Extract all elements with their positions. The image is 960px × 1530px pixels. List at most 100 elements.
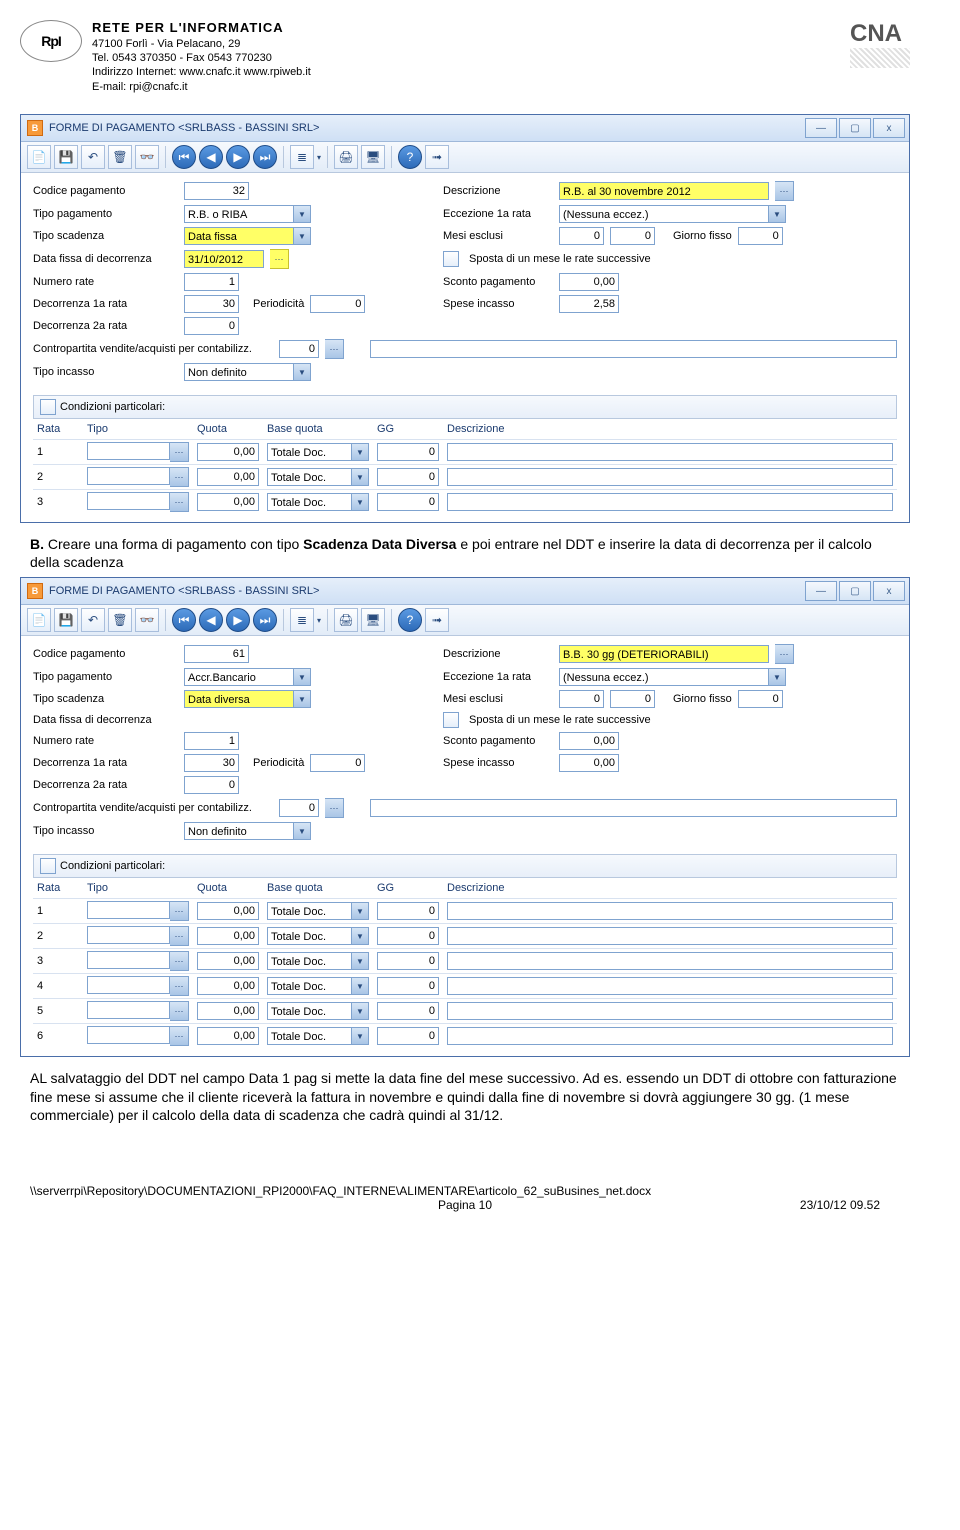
tipo-cell[interactable] — [87, 951, 170, 969]
screen-icon[interactable]: 🖥 — [361, 145, 385, 169]
tipo-cell[interactable] — [87, 492, 170, 510]
chevron-down-icon[interactable]: ▼ — [294, 363, 311, 381]
list-icon[interactable]: ≣ — [290, 608, 314, 632]
mesi-esc1-input[interactable] — [559, 690, 604, 708]
dec1-input[interactable] — [184, 295, 239, 313]
chevron-down-icon[interactable]: ▼ — [294, 668, 311, 686]
chevron-down-icon[interactable]: ▼ — [352, 468, 369, 486]
print-icon[interactable]: 🖨 — [334, 145, 358, 169]
lookup-icon[interactable]: ⋯ — [325, 339, 344, 359]
tipo-cell[interactable] — [87, 901, 170, 919]
tipo-cell[interactable] — [87, 467, 170, 485]
desc-cell[interactable] — [447, 1027, 893, 1045]
sposta-checkbox[interactable] — [443, 251, 459, 267]
sconto-input[interactable] — [559, 273, 619, 291]
chevron-down-icon[interactable]: ▼ — [352, 1027, 369, 1045]
desc-cell[interactable] — [447, 1002, 893, 1020]
chevron-down-icon[interactable]: ▼ — [769, 668, 786, 686]
chevron-down-icon[interactable]: ▼ — [352, 493, 369, 511]
tipo-cell[interactable] — [87, 1001, 170, 1019]
tipo-cell[interactable] — [87, 926, 170, 944]
desc-cell[interactable] — [447, 443, 893, 461]
quota-cell[interactable] — [197, 468, 259, 486]
eccezione-combo[interactable]: (Nessuna eccez.) — [559, 668, 769, 686]
tipo-incasso-combo[interactable]: Non definito — [184, 363, 294, 381]
maximize-button[interactable]: ▢ — [839, 118, 871, 138]
print-icon[interactable]: 🖨 — [334, 608, 358, 632]
periodicita-input[interactable] — [310, 754, 365, 772]
prev-icon[interactable]: ◀ — [199, 145, 223, 169]
lookup-icon[interactable]: ⋯ — [170, 926, 189, 946]
mesi-esc2-input[interactable] — [610, 690, 655, 708]
quota-cell[interactable] — [197, 1002, 259, 1020]
gg-cell[interactable] — [377, 443, 439, 461]
delete-icon[interactable]: 🗑 — [108, 608, 132, 632]
minimize-button[interactable]: — — [805, 118, 837, 138]
dec2-input[interactable] — [184, 776, 239, 794]
tipo-pagamento-combo[interactable]: R.B. o RIBA — [184, 205, 294, 223]
dec1-input[interactable] — [184, 754, 239, 772]
tipo-scadenza-combo[interactable]: Data fissa — [184, 227, 294, 245]
desc-cell[interactable] — [447, 468, 893, 486]
calendar-icon[interactable]: ⋯ — [270, 249, 289, 269]
undo-icon[interactable]: ↶ — [81, 608, 105, 632]
eccezione-combo[interactable]: (Nessuna eccez.) — [559, 205, 769, 223]
tipo-incasso-combo[interactable]: Non definito — [184, 822, 294, 840]
cond-checkbox[interactable] — [40, 399, 56, 415]
lookup-icon[interactable]: ⋯ — [325, 798, 344, 818]
condizioni-particolari-header[interactable]: Condizioni particolari: — [33, 395, 897, 419]
gg-cell[interactable] — [377, 1002, 439, 1020]
quota-cell[interactable] — [197, 977, 259, 995]
giorno-fisso-input[interactable] — [738, 690, 783, 708]
maximize-button[interactable]: ▢ — [839, 581, 871, 601]
chevron-down-icon[interactable]: ▼ — [352, 443, 369, 461]
desc-cell[interactable] — [447, 902, 893, 920]
quota-cell[interactable] — [197, 1027, 259, 1045]
close-button[interactable]: x — [873, 581, 905, 601]
desc-cell[interactable] — [447, 493, 893, 511]
desc-cell[interactable] — [447, 927, 893, 945]
descrizione-input[interactable]: R.B. al 30 novembre 2012 — [559, 182, 769, 200]
chevron-down-icon[interactable]: ▼ — [352, 902, 369, 920]
close-button[interactable]: x — [873, 118, 905, 138]
exit-icon[interactable]: ➟ — [425, 608, 449, 632]
prev-icon[interactable]: ◀ — [199, 608, 223, 632]
lookup-icon[interactable]: ⋯ — [170, 492, 189, 512]
screen-icon[interactable]: 🖥 — [361, 608, 385, 632]
tipo-cell[interactable] — [87, 976, 170, 994]
list-icon[interactable]: ≣ — [290, 145, 314, 169]
gg-cell[interactable] — [377, 493, 439, 511]
mesi-esc2-input[interactable] — [610, 227, 655, 245]
tipo-cell[interactable] — [87, 1026, 170, 1044]
minimize-button[interactable]: — — [805, 581, 837, 601]
last-icon[interactable]: ⏭ — [253, 608, 277, 632]
contropartita-input[interactable] — [279, 340, 319, 358]
sconto-input[interactable] — [559, 732, 619, 750]
chevron-down-icon[interactable]: ▼ — [294, 205, 311, 223]
lookup-icon[interactable]: ⋯ — [775, 644, 794, 664]
chevron-down-icon[interactable]: ▼ — [352, 927, 369, 945]
gg-cell[interactable] — [377, 927, 439, 945]
contropartita-desc-input[interactable] — [370, 340, 897, 358]
gg-cell[interactable] — [377, 1027, 439, 1045]
giorno-fisso-input[interactable] — [738, 227, 783, 245]
first-icon[interactable]: ⏮ — [172, 608, 196, 632]
lookup-icon[interactable]: ⋯ — [170, 901, 189, 921]
lookup-icon[interactable]: ⋯ — [775, 181, 794, 201]
chevron-down-icon[interactable]: ▼ — [352, 1002, 369, 1020]
last-icon[interactable]: ⏭ — [253, 145, 277, 169]
chevron-down-icon[interactable]: ▼ — [769, 205, 786, 223]
condizioni-particolari-header[interactable]: Condizioni particolari: — [33, 854, 897, 878]
help-icon[interactable]: ? — [398, 608, 422, 632]
quota-cell[interactable] — [197, 952, 259, 970]
search-icon[interactable]: 👓 — [135, 145, 159, 169]
lookup-icon[interactable]: ⋯ — [170, 951, 189, 971]
spese-input[interactable] — [559, 754, 619, 772]
lookup-icon[interactable]: ⋯ — [170, 1026, 189, 1046]
chevron-down-icon[interactable]: ▼ — [352, 977, 369, 995]
quota-cell[interactable] — [197, 443, 259, 461]
lookup-icon[interactable]: ⋯ — [170, 442, 189, 462]
lookup-icon[interactable]: ⋯ — [170, 467, 189, 487]
new-icon[interactable]: 📄 — [27, 608, 51, 632]
gg-cell[interactable] — [377, 468, 439, 486]
